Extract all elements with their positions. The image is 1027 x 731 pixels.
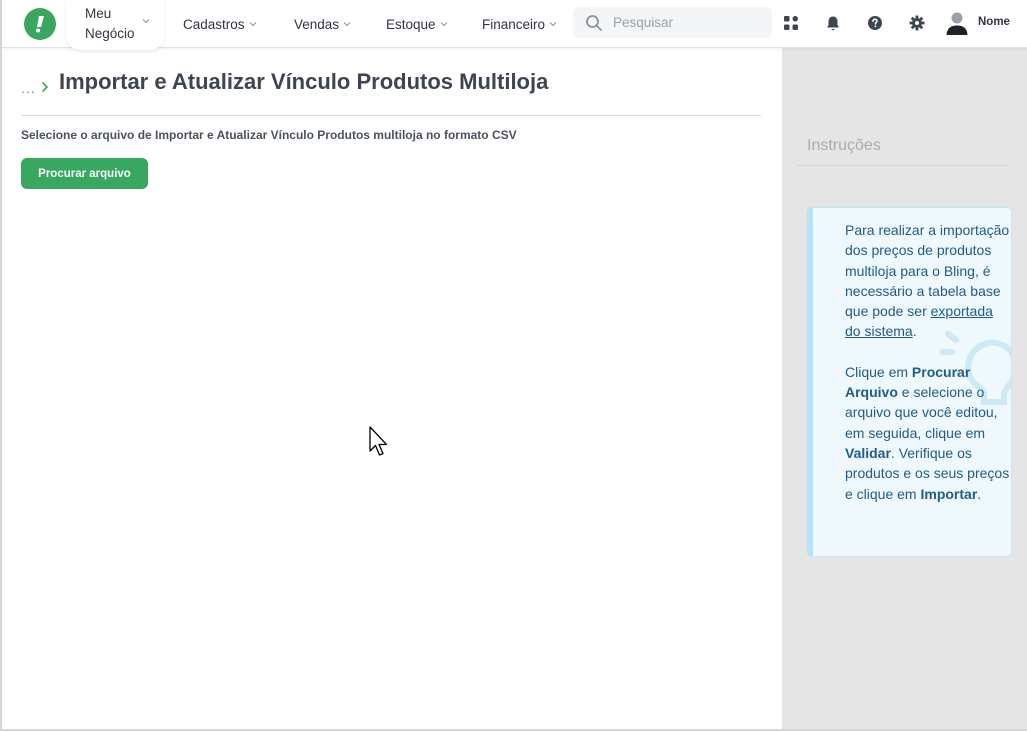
logo-icon[interactable]	[24, 8, 56, 40]
upload-instruction: Selecione o arquivo de Importar e Atuali…	[21, 128, 517, 142]
instructions-sidebar: Instruções Para realizar a importação do…	[782, 48, 1027, 729]
chevron-right-icon	[41, 81, 49, 93]
nav-vendas-label: Vendas	[294, 16, 340, 32]
nav-estoque[interactable]: Estoque	[386, 14, 448, 34]
help-icon[interactable]	[865, 13, 885, 33]
p2-a: Clique em	[845, 363, 912, 380]
browse-file-button[interactable]: Procurar arquivo	[21, 158, 148, 189]
p1-end: .	[912, 323, 917, 340]
p2-g: .	[977, 485, 982, 502]
search-icon	[586, 14, 602, 31]
mouse-cursor-icon	[369, 426, 388, 456]
user-name[interactable]: Nome	[978, 16, 1010, 28]
meu-negocio-label-2: Negócio	[85, 26, 135, 41]
title-divider	[21, 115, 761, 116]
user-avatar-icon[interactable]	[945, 10, 969, 36]
instructions-paragraph-1: Para realizar a importação dos preços de…	[845, 220, 1010, 342]
nav-cadastros[interactable]: Cadastros	[183, 14, 257, 34]
nav-financeiro-label: Financeiro	[482, 16, 546, 32]
chevron-down-icon	[249, 22, 256, 27]
sidebar-divider	[797, 165, 1007, 166]
chevron-down-icon	[343, 22, 351, 27]
search-input[interactable]	[613, 15, 763, 30]
breadcrumb-ellipsis[interactable]: ...	[21, 80, 36, 96]
chevron-down-icon	[142, 19, 150, 24]
nav-financeiro[interactable]: Financeiro	[482, 14, 557, 34]
page-title: Importar e Atualizar Vínculo Produtos Mu…	[59, 69, 549, 94]
nav-vendas[interactable]: Vendas	[294, 14, 351, 34]
chevron-down-icon	[440, 22, 447, 27]
top-navbar: Meu Negócio Cadastros Vendas Estoque Fin…	[2, 0, 1027, 50]
sidebar-title: Instruções	[807, 137, 881, 154]
apps-grid-icon[interactable]	[781, 13, 801, 33]
gear-icon[interactable]	[907, 13, 927, 33]
chevron-down-icon	[549, 22, 557, 27]
meu-negocio-menu[interactable]: Meu Negócio	[66, 0, 164, 50]
nav-cadastros-label: Cadastros	[183, 16, 245, 32]
p2-importar: Importar	[920, 485, 978, 502]
bell-icon[interactable]	[823, 13, 843, 33]
main-content: ... Importar e Atualizar Vínculo Produto…	[4, 48, 782, 729]
app-window: Meu Negócio Cadastros Vendas Estoque Fin…	[0, 0, 1027, 731]
p2-validar: Validar	[845, 444, 891, 461]
instructions-info-box: Para realizar a importação dos preços de…	[807, 207, 1012, 557]
instructions-paragraph-2: Clique em Procurar Arquivo e selecione o…	[845, 362, 1010, 504]
nav-estoque-label: Estoque	[386, 16, 436, 32]
search-box	[573, 7, 772, 38]
meu-negocio-label-1: Meu	[85, 6, 112, 21]
instructions-text: Para realizar a importação dos preços de…	[845, 220, 1010, 504]
